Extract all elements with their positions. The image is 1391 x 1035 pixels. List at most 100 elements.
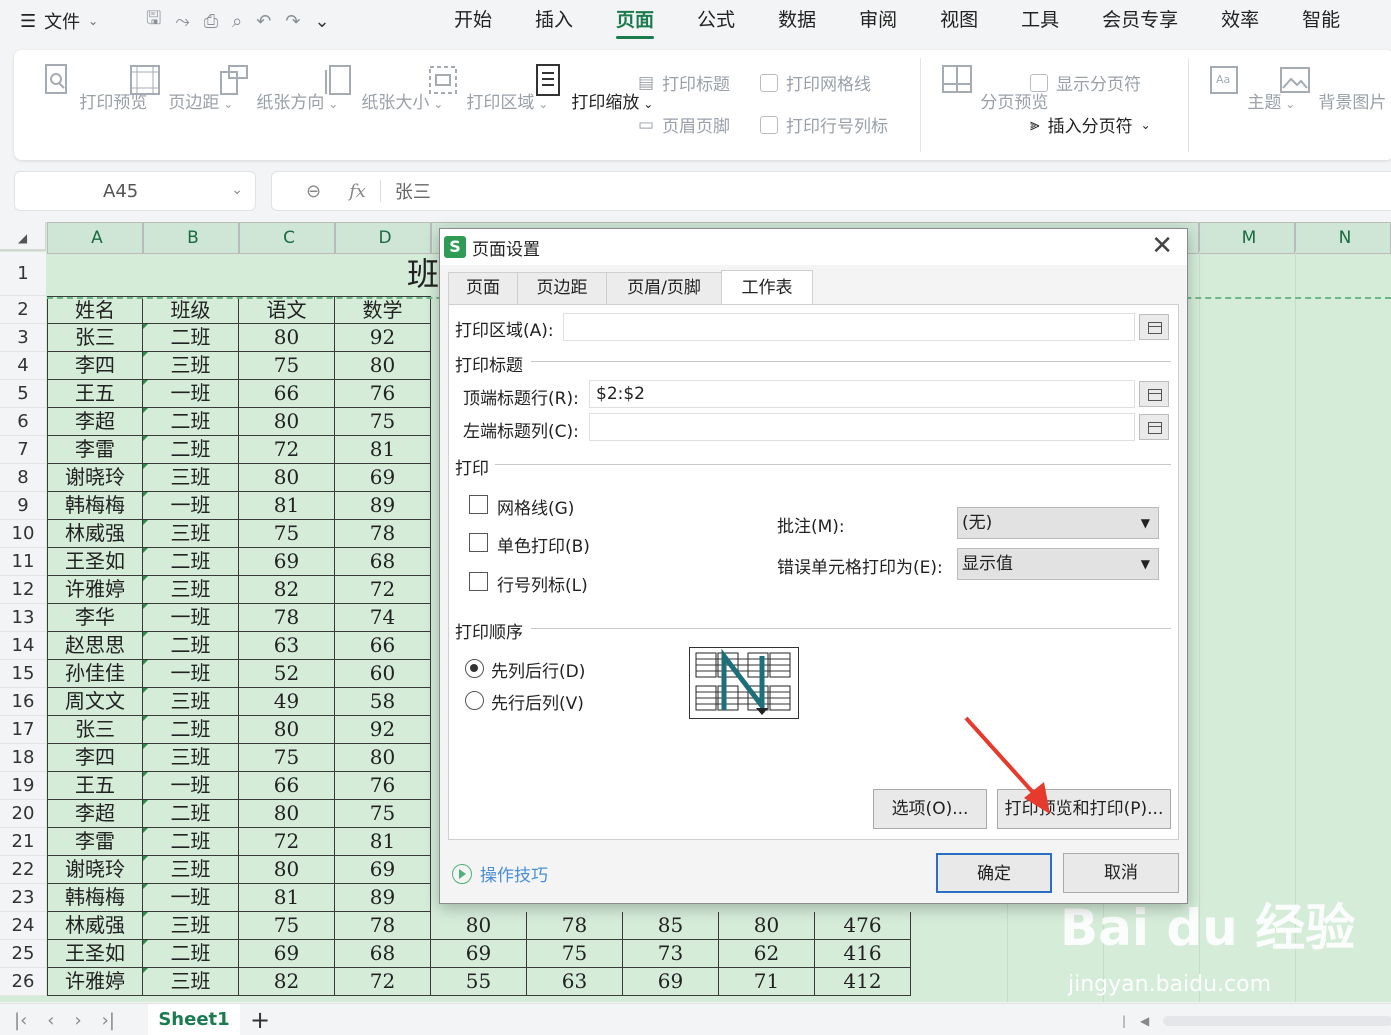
tab-ai[interactable]: 智能 [1302,0,1340,42]
table-cell[interactable]: 72 [239,436,335,464]
table-cell[interactable]: 二班 [143,632,239,660]
table-cell[interactable]: 80 [719,912,815,940]
row-header[interactable]: 12 [0,576,46,604]
table-cell[interactable]: 78 [527,912,623,940]
table-cell[interactable]: 王圣如 [47,940,143,968]
table-cell[interactable]: 75 [239,520,335,548]
row-header[interactable]: 18 [0,744,46,772]
table-cell[interactable]: 李超 [47,800,143,828]
tab-member[interactable]: 会员专享 [1102,0,1178,42]
table-cell[interactable]: 69 [239,940,335,968]
function-icon[interactable]: fx [349,181,366,202]
tab-data[interactable]: 数据 [778,0,816,42]
row-header[interactable]: 7 [0,436,46,464]
table-cell[interactable]: 三班 [143,576,239,604]
table-cell[interactable]: 68 [335,548,431,576]
table-cell[interactable]: 75 [239,744,335,772]
row-header[interactable]: 26 [0,968,46,996]
table-cell[interactable]: 张三 [47,324,143,352]
table-cell[interactable]: 一班 [143,380,239,408]
row-header[interactable]: 8 [0,464,46,492]
table-cell[interactable]: 一班 [143,604,239,632]
add-sheet-icon[interactable]: + [250,1006,270,1034]
table-cell[interactable]: 一班 [143,492,239,520]
select-all-corner[interactable]: ◢ [0,222,46,251]
row-header[interactable]: 17 [0,716,46,744]
row-header[interactable]: 15 [0,660,46,688]
table-cell[interactable]: 63 [239,632,335,660]
row-header[interactable]: 19 [0,772,46,800]
save-icon[interactable]: 🖫 [146,6,161,36]
table-cell[interactable]: 78 [335,520,431,548]
table-cell[interactable]: 68 [335,940,431,968]
header-cell[interactable]: 姓名 [47,296,143,324]
table-cell[interactable]: 69 [335,856,431,884]
print-row-col-headers-checkbox[interactable]: 打印行号列标 [760,112,888,137]
chevron-down-icon[interactable]: ⌄ [231,182,243,198]
table-cell[interactable]: 75 [527,940,623,968]
table-cell[interactable]: 三班 [143,520,239,548]
table-cell[interactable]: 三班 [143,744,239,772]
row-header[interactable]: 22 [0,856,46,884]
table-cell[interactable]: 孙佳佳 [47,660,143,688]
redo-icon[interactable]: ↷ [285,11,300,32]
row-header[interactable]: 5 [0,380,46,408]
column-header-c[interactable]: C [239,222,335,254]
formula-bar[interactable]: ⊖ fx 张三 [271,171,1391,211]
tab-insert[interactable]: 插入 [535,0,573,42]
sheet-title-cell[interactable]: 班 [47,252,439,296]
table-cell[interactable]: 王五 [47,772,143,800]
table-cell[interactable]: 80 [239,324,335,352]
row-header[interactable]: 2 [0,296,46,324]
left-cols-range-picker-icon[interactable] [1139,414,1169,440]
table-cell[interactable]: 韩梅梅 [47,492,143,520]
tab-page[interactable]: 页面 [448,272,518,304]
table-cell[interactable]: 80 [239,464,335,492]
table-cell[interactable]: 谢晓玲 [47,464,143,492]
table-cell[interactable]: 三班 [143,352,239,380]
share-icon[interactable]: ⤳ [175,11,189,32]
tab-efficiency[interactable]: 效率 [1221,0,1259,42]
table-cell[interactable]: 71 [719,968,815,996]
table-cell[interactable]: 69 [239,548,335,576]
table-cell[interactable]: 80 [239,800,335,828]
table-cell[interactable]: 二班 [143,408,239,436]
table-cell[interactable]: 92 [335,324,431,352]
table-cell[interactable]: 二班 [143,800,239,828]
table-cell[interactable]: 60 [335,660,431,688]
row-header[interactable]: 11 [0,548,46,576]
print-icon[interactable]: ⎙ [204,11,218,32]
row-col-headers-checkbox[interactable] [469,572,488,591]
row-header[interactable]: 9 [0,492,46,520]
table-cell[interactable]: 75 [335,800,431,828]
table-cell[interactable]: 二班 [143,548,239,576]
print-area-input[interactable] [563,313,1135,341]
table-cell[interactable]: 二班 [143,324,239,352]
table-cell[interactable]: 81 [239,884,335,912]
table-cell[interactable]: 85 [623,912,719,940]
tab-start[interactable]: 开始 [454,0,492,42]
tab-review[interactable]: 审阅 [859,0,897,42]
print-scale-button[interactable]: 打印缩放 ⌄ [530,62,653,113]
table-cell[interactable]: 69 [335,464,431,492]
row-header[interactable]: 21 [0,828,46,856]
scroll-left-icon[interactable]: ◀ [1140,1014,1149,1028]
table-cell[interactable]: 韩梅梅 [47,884,143,912]
table-cell[interactable]: 78 [239,604,335,632]
row-header[interactable]: 23 [0,884,46,912]
table-cell[interactable]: 52 [239,660,335,688]
ok-button[interactable]: 确定 [936,853,1052,893]
file-menu[interactable]: ☰ 文件 ⌄ [0,8,128,34]
table-cell[interactable]: 80 [239,856,335,884]
table-cell[interactable]: 69 [623,968,719,996]
tips-link[interactable]: 操作技巧 [452,861,548,886]
tab-formula[interactable]: 公式 [697,0,735,42]
print-area-range-picker-icon[interactable] [1139,314,1169,340]
table-cell[interactable]: 80 [239,408,335,436]
column-header-m[interactable]: M [1199,222,1295,254]
table-cell[interactable]: 李四 [47,744,143,772]
table-cell[interactable]: 谢晓玲 [47,856,143,884]
zoom-icon[interactable]: ⊖ [306,181,321,202]
header-footer-button[interactable]: ▭ 页眉页脚 [638,112,730,138]
table-cell[interactable]: 林威强 [47,520,143,548]
